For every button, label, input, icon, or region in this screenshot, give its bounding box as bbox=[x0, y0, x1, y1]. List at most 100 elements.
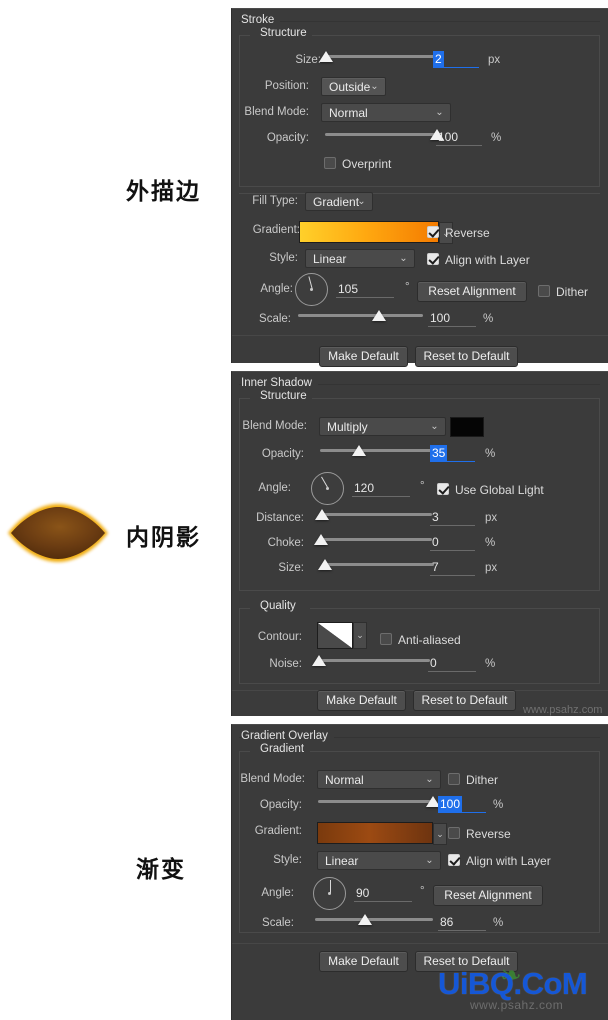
inner-shadow-color-swatch[interactable] bbox=[450, 417, 484, 437]
stroke-angle-input[interactable]: 105 bbox=[336, 281, 394, 298]
chevron-down-icon[interactable]: ⌄ bbox=[433, 823, 447, 845]
gradient-blendmode-row: Blend Mode: Normal ⌄ Dither bbox=[240, 770, 599, 792]
checkbox-box bbox=[448, 827, 460, 839]
gradient-blendmode-label: Blend Mode: bbox=[240, 773, 305, 785]
checkbox-box bbox=[437, 483, 449, 495]
slider-track bbox=[315, 918, 433, 921]
stroke-opacity-slider[interactable] bbox=[325, 129, 444, 143]
gradient-angle-input[interactable]: 90 bbox=[354, 885, 412, 902]
inner-noise-unit: % bbox=[485, 658, 496, 670]
inner-make-default-button[interactable]: Make Default bbox=[317, 690, 406, 711]
inner-choke-slider[interactable] bbox=[314, 534, 432, 548]
gradient-scale-slider[interactable] bbox=[315, 914, 433, 928]
inner-angle-input[interactable]: 120 bbox=[352, 480, 410, 497]
group-rule-right bbox=[310, 751, 599, 752]
stroke-panel-rule bbox=[239, 21, 600, 22]
gradient-overlay-swatch[interactable]: ⌄ bbox=[317, 822, 447, 845]
inner-noise-slider[interactable] bbox=[312, 655, 430, 669]
slider-track bbox=[318, 659, 430, 662]
stroke-make-default-button[interactable]: Make Default bbox=[319, 346, 408, 367]
stroke-position-dropdown[interactable]: Outside ⌄ bbox=[321, 77, 386, 96]
stroke-gradient-swatch[interactable]: ⌄ bbox=[299, 221, 453, 244]
checkbox-label: Align with Layer bbox=[466, 854, 551, 868]
inner-angle-row: Angle: 120 ° Use Global Light bbox=[240, 470, 599, 506]
inner-distance-slider[interactable] bbox=[315, 509, 432, 523]
checkbox-label: Overprint bbox=[342, 157, 392, 171]
slider-thumb[interactable] bbox=[357, 914, 372, 925]
stroke-blendmode-dropdown[interactable]: Normal ⌄ bbox=[321, 103, 451, 122]
stroke-blendmode-value: Normal bbox=[329, 106, 368, 120]
stroke-position-row: Position: Outside ⌄ bbox=[240, 77, 599, 99]
inner-reset-to-default-button[interactable]: Reset to Default bbox=[413, 690, 516, 711]
gradient-reset-alignment-button[interactable]: Reset Alignment bbox=[433, 885, 543, 906]
stroke-scale-row: Scale: 100 % bbox=[232, 310, 608, 332]
checkbox-box bbox=[324, 157, 336, 169]
gradient-angle-row: Angle: 90 ° Reset Alignment bbox=[240, 875, 599, 911]
inner-opacity-input[interactable]: 35 bbox=[430, 445, 475, 462]
stroke-style-dropdown[interactable]: Linear ⌄ bbox=[305, 249, 415, 268]
stroke-opacity-label: Opacity: bbox=[266, 132, 309, 144]
gradient-opacity-input[interactable]: 100 bbox=[438, 796, 486, 813]
inner-contour-swatch[interactable] bbox=[317, 622, 353, 649]
stroke-size-row: Size: 2 px bbox=[240, 51, 599, 73]
inner-noise-row: Noise: 0 % bbox=[240, 655, 599, 677]
gradient-style-row: Style: Linear ⌄ Align with Layer bbox=[240, 851, 599, 873]
gradient-angle-label: Angle: bbox=[261, 887, 294, 899]
stroke-reset-to-default-button[interactable]: Reset to Default bbox=[415, 346, 518, 367]
gradient-swatch-row: Gradient: ⌄ Reverse bbox=[240, 822, 599, 845]
annotation-inner-shadow: 内阴影 bbox=[126, 525, 201, 551]
stroke-size-label: Size: bbox=[295, 54, 321, 66]
slider-thumb[interactable] bbox=[315, 509, 330, 520]
inner-angle-dial[interactable] bbox=[311, 472, 344, 505]
stroke-scale-slider[interactable] bbox=[298, 310, 423, 324]
checkbox-label: Use Global Light bbox=[455, 483, 544, 497]
stroke-angle-row: Angle: 105 ° Reset Alignment Dither bbox=[232, 272, 608, 308]
annotation-outer-stroke: 外描边 bbox=[126, 179, 201, 205]
gradient-make-default-button[interactable]: Make Default bbox=[319, 951, 408, 972]
group-rule-right bbox=[310, 35, 599, 36]
inner-opacity-slider[interactable] bbox=[320, 445, 432, 459]
inner-distance-row: Distance: 3 px bbox=[240, 509, 599, 531]
gradient-opacity-label: Opacity: bbox=[259, 799, 302, 811]
inner-contour-label: Contour: bbox=[257, 631, 302, 643]
gradient-style-dropdown[interactable]: Linear ⌄ bbox=[317, 851, 441, 870]
inner-size-input[interactable]: 7 bbox=[430, 559, 475, 576]
inner-noise-input[interactable]: 0 bbox=[428, 655, 476, 672]
gradient-style-value: Linear bbox=[325, 854, 359, 868]
group-rule-right bbox=[310, 398, 599, 399]
gradient-blendmode-dropdown[interactable]: Normal ⌄ bbox=[317, 770, 441, 789]
stroke-gradient-row: Gradient: ⌄ Reverse bbox=[232, 221, 608, 244]
slider-thumb[interactable] bbox=[314, 534, 329, 545]
inner-size-slider[interactable] bbox=[318, 559, 434, 573]
stroke-style-label: Style: bbox=[269, 252, 298, 264]
stroke-scale-input[interactable]: 100 bbox=[428, 310, 476, 327]
inner-blendmode-dropdown[interactable]: Multiply ⌄ bbox=[319, 417, 446, 436]
inner-choke-unit: % bbox=[485, 537, 496, 549]
gradient-angle-dial[interactable] bbox=[313, 877, 346, 910]
inner-blendmode-label: Blend Mode: bbox=[242, 420, 307, 432]
gradient-scale-input[interactable]: 86 bbox=[438, 914, 486, 931]
stroke-size-slider[interactable] bbox=[319, 51, 436, 65]
stroke-reset-alignment-button[interactable]: Reset Alignment bbox=[417, 281, 527, 302]
gradient-group-title: Gradient bbox=[255, 743, 310, 755]
slider-thumb[interactable] bbox=[312, 655, 327, 666]
stroke-filltype-dropdown[interactable]: Gradient ⌄ bbox=[305, 192, 373, 211]
checkbox-box bbox=[427, 253, 439, 265]
stroke-size-input[interactable]: 2 bbox=[433, 51, 479, 68]
slider-thumb[interactable] bbox=[352, 445, 367, 456]
gradient-style-label: Style: bbox=[273, 854, 302, 866]
checkbox-box bbox=[538, 285, 550, 297]
chevron-down-icon[interactable]: ⌄ bbox=[353, 622, 367, 649]
gradient-opacity-slider[interactable] bbox=[318, 796, 440, 810]
slider-thumb[interactable] bbox=[319, 51, 334, 62]
gradient-overlay-panel-title: Gradient Overlay bbox=[241, 730, 334, 742]
stroke-opacity-input[interactable]: 100 bbox=[436, 129, 482, 146]
slider-track bbox=[325, 133, 437, 136]
slider-track bbox=[320, 449, 432, 452]
inner-distance-input[interactable]: 3 bbox=[430, 509, 475, 526]
slider-thumb[interactable] bbox=[372, 310, 387, 321]
inner-choke-input[interactable]: 0 bbox=[430, 534, 475, 551]
slider-track bbox=[298, 314, 423, 317]
stroke-angle-dial[interactable] bbox=[295, 273, 328, 306]
slider-thumb[interactable] bbox=[318, 559, 333, 570]
